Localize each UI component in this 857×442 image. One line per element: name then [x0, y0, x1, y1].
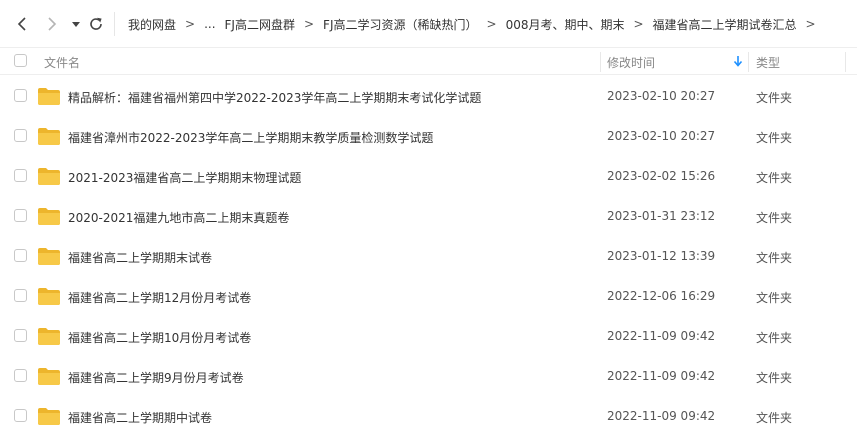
- file-type: 文件夹: [756, 91, 793, 105]
- file-name[interactable]: 福建省高二上学期期中试卷: [68, 409, 212, 426]
- row-checkbox[interactable]: [14, 249, 27, 262]
- column-divider[interactable]: [748, 52, 749, 72]
- row-checkbox[interactable]: [14, 89, 27, 102]
- breadcrumb-item[interactable]: ...: [204, 17, 215, 31]
- table-row[interactable]: 福建省高二上学期期末试卷 2023-01-12 13:39 文件夹: [0, 236, 857, 276]
- folder-icon: [38, 208, 60, 225]
- folder-icon: [38, 328, 60, 345]
- file-name[interactable]: 2020-2021福建九地市高二上期末真题卷: [68, 209, 289, 226]
- column-divider[interactable]: [600, 52, 601, 72]
- breadcrumb-item[interactable]: FJ高二网盘群: [225, 16, 295, 33]
- folder-icon: [38, 248, 60, 265]
- caret-down-icon: [72, 22, 80, 27]
- select-all-checkbox[interactable]: [14, 54, 27, 67]
- file-name[interactable]: 福建省高二上学期12月份月考试卷: [68, 289, 251, 306]
- file-type: 文件夹: [756, 211, 793, 225]
- column-header-modified[interactable]: 修改时间: [607, 54, 655, 71]
- table-row[interactable]: 2021-2023福建省高二上学期期末物理试题 2023-02-02 15:26…: [0, 156, 857, 196]
- file-modified-time: 2023-02-10 20:27: [607, 129, 716, 143]
- table-row[interactable]: 福建省漳州市2022-2023学年高二上学期期末教学质量检测数学试题 2023-…: [0, 116, 857, 156]
- file-type: 文件夹: [756, 251, 793, 265]
- folder-icon: [38, 288, 60, 305]
- breadcrumb-item-current[interactable]: 福建省高二上学期试卷汇总: [653, 16, 797, 33]
- chevron-left-icon: [17, 17, 26, 31]
- row-checkbox[interactable]: [14, 129, 27, 142]
- refresh-button[interactable]: [86, 14, 106, 34]
- file-name[interactable]: 福建省高二上学期期末试卷: [68, 249, 212, 266]
- folder-icon: [38, 88, 60, 105]
- table-row[interactable]: 福建省高二上学期9月份月考试卷 2022-11-09 09:42 文件夹: [0, 356, 857, 396]
- file-modified-time: 2023-01-12 13:39: [607, 249, 716, 263]
- file-type: 文件夹: [756, 331, 793, 345]
- file-type: 文件夹: [756, 411, 793, 425]
- column-header-name[interactable]: 文件名: [44, 54, 80, 71]
- history-dropdown-button[interactable]: [66, 14, 86, 34]
- breadcrumb-separator: >: [185, 17, 196, 31]
- row-checkbox[interactable]: [14, 169, 27, 182]
- chevron-right-icon: [48, 17, 57, 31]
- folder-icon: [38, 368, 60, 385]
- file-type: 文件夹: [756, 371, 793, 385]
- row-checkbox[interactable]: [14, 329, 27, 342]
- table-row[interactable]: 福建省高二上学期10月份月考试卷 2022-11-09 09:42 文件夹: [0, 316, 857, 356]
- folder-icon: [38, 128, 60, 145]
- file-type: 文件夹: [756, 171, 793, 185]
- file-name[interactable]: 福建省高二上学期9月份月考试卷: [68, 369, 244, 386]
- folder-icon: [38, 168, 60, 185]
- back-button[interactable]: [12, 14, 32, 34]
- file-modified-time: 2023-01-31 23:12: [607, 209, 716, 223]
- breadcrumb-item[interactable]: FJ高二学习资源（稀缺热门）: [323, 16, 477, 33]
- arrow-down-icon[interactable]: [733, 55, 743, 67]
- file-modified-time: 2023-02-02 15:26: [607, 169, 716, 183]
- toolbar: 我的网盘 > ... FJ高二网盘群 > FJ高二学习资源（稀缺热门） > 00…: [0, 0, 857, 48]
- breadcrumb-separator: >: [805, 17, 816, 31]
- breadcrumb-separator: >: [633, 17, 644, 31]
- row-checkbox[interactable]: [14, 409, 27, 422]
- breadcrumb: 我的网盘 > ... FJ高二网盘群 > FJ高二学习资源（稀缺热门） > 00…: [128, 0, 825, 48]
- file-name[interactable]: 2021-2023福建省高二上学期期末物理试题: [68, 169, 301, 186]
- file-modified-time: 2022-12-06 16:29: [607, 289, 716, 303]
- file-name[interactable]: 福建省漳州市2022-2023学年高二上学期期末教学质量检测数学试题: [68, 129, 433, 146]
- column-header-type[interactable]: 类型: [756, 54, 780, 71]
- file-name[interactable]: 福建省高二上学期10月份月考试卷: [68, 329, 251, 346]
- file-modified-time: 2023-02-10 20:27: [607, 89, 716, 103]
- file-list-header: 文件名 修改时间 类型: [0, 47, 857, 75]
- file-type: 文件夹: [756, 291, 793, 305]
- toolbar-divider: [114, 12, 115, 36]
- row-checkbox[interactable]: [14, 209, 27, 222]
- column-divider[interactable]: [845, 52, 846, 72]
- table-row[interactable]: 福建省高二上学期期中试卷 2022-11-09 09:42 文件夹: [0, 396, 857, 436]
- file-name[interactable]: 精品解析：福建省福州第四中学2022-2023学年高二上学期期末考试化学试题: [68, 89, 481, 106]
- folder-icon: [38, 408, 60, 425]
- file-modified-time: 2022-11-09 09:42: [607, 369, 716, 383]
- forward-button[interactable]: [42, 14, 62, 34]
- row-checkbox[interactable]: [14, 369, 27, 382]
- breadcrumb-item[interactable]: 008月考、期中、期末: [506, 16, 625, 33]
- refresh-icon: [90, 17, 102, 30]
- table-row[interactable]: 精品解析：福建省福州第四中学2022-2023学年高二上学期期末考试化学试题 2…: [0, 76, 857, 116]
- table-row[interactable]: 福建省高二上学期12月份月考试卷 2022-12-06 16:29 文件夹: [0, 276, 857, 316]
- file-modified-time: 2022-11-09 09:42: [607, 329, 716, 343]
- breadcrumb-item[interactable]: 我的网盘: [128, 16, 176, 33]
- row-checkbox[interactable]: [14, 289, 27, 302]
- breadcrumb-separator: >: [303, 17, 315, 31]
- file-type: 文件夹: [756, 131, 793, 145]
- file-modified-time: 2022-11-09 09:42: [607, 409, 716, 423]
- breadcrumb-separator: >: [486, 17, 497, 31]
- table-row[interactable]: 2020-2021福建九地市高二上期末真题卷 2023-01-31 23:12 …: [0, 196, 857, 236]
